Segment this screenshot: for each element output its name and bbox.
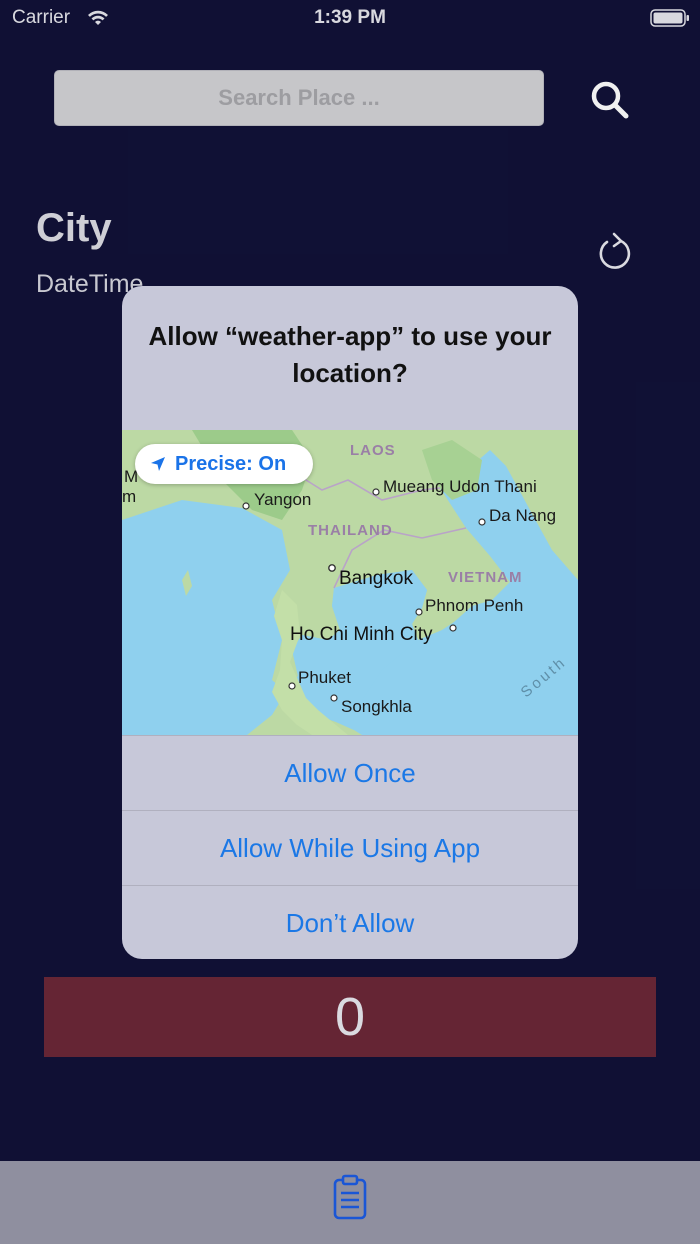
tab-bar <box>0 1161 700 1244</box>
location-permission-alert: Allow “weather-app” to use your location… <box>122 286 578 959</box>
map-city-hochiminh: Ho Chi Minh City <box>290 624 433 645</box>
map-city-udon: Mueang Udon Thani <box>383 477 537 496</box>
precise-location-toggle[interactable]: Precise: On <box>135 444 313 484</box>
map-label-thailand: THAILAND <box>308 522 393 539</box>
location-map: LAOS THAILAND VIETNAM Yangon Mueang Udon… <box>122 430 578 735</box>
alert-title: Allow “weather-app” to use your location… <box>148 321 552 388</box>
precise-label: Precise: On <box>175 452 287 475</box>
map-label-laos: LAOS <box>350 442 396 459</box>
allow-once-button[interactable]: Allow Once <box>122 735 578 810</box>
map-city-danang: Da Nang <box>489 506 556 525</box>
tab-item-list[interactable] <box>330 1174 370 1222</box>
clipboard-icon <box>333 1174 367 1220</box>
map-city-bangkok: Bangkok <box>339 568 413 589</box>
map-city-yangon: Yangon <box>254 490 311 509</box>
allow-while-using-button[interactable]: Allow While Using App <box>122 810 578 885</box>
location-arrow-icon <box>151 457 165 471</box>
map-label-fragment-2: m <box>122 487 136 506</box>
map-city-phnompenh: Phnom Penh <box>425 596 523 615</box>
dont-allow-button[interactable]: Don’t Allow <box>122 885 578 959</box>
map-city-phuket: Phuket <box>298 668 351 687</box>
map-label-vietnam: VIETNAM <box>448 569 523 586</box>
map-city-songkhla: Songkhla <box>341 697 412 716</box>
